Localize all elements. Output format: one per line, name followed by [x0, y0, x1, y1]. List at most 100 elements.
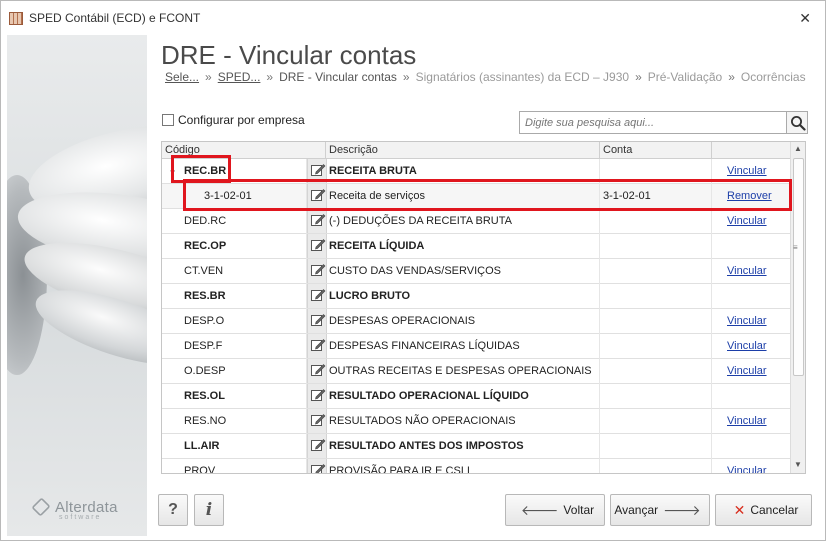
edit-icon[interactable]	[307, 309, 327, 333]
config-by-company[interactable]: Configurar por empresa	[162, 113, 305, 127]
row-description: PROVISÃO PARA IR E CSLL	[329, 465, 474, 474]
arrow-right-icon: 🡒	[663, 501, 701, 518]
scroll-up-arrow[interactable]: ▲	[794, 144, 802, 153]
table-row[interactable]: ⌄ REC.BR RECEITA BRUTA Vincular	[162, 159, 790, 184]
edit-icon[interactable]	[307, 159, 327, 183]
column-divider	[599, 309, 600, 334]
config-by-company-checkbox[interactable]	[162, 114, 174, 126]
vertical-scrollbar[interactable]: ▲ ≡ ▼	[790, 142, 805, 473]
info-button[interactable]: i	[194, 494, 224, 526]
collapse-arrow-icon[interactable]: ⌄	[168, 163, 177, 176]
next-button[interactable]: Avançar 🡒	[610, 494, 710, 526]
row-code: DESP.F	[184, 340, 223, 352]
table-row[interactable]: RES.BR LUCRO BRUTO	[162, 284, 790, 309]
link-account-link[interactable]: Vincular	[727, 365, 767, 377]
cancel-button-label: Cancelar	[750, 503, 799, 517]
table-row[interactable]: CT.VEN CUSTO DAS VENDAS/SERVIÇOS Vincular	[162, 259, 790, 284]
column-header-account[interactable]: Conta	[603, 144, 632, 156]
edit-icon[interactable]	[307, 209, 327, 233]
edit-icon[interactable]	[307, 234, 327, 258]
app-icon	[9, 12, 23, 25]
link-account-link[interactable]: Vincular	[727, 465, 767, 473]
search-icon	[791, 116, 806, 131]
row-code: REC.BR	[184, 165, 227, 177]
cancel-button[interactable]: ✕ Cancelar	[715, 494, 812, 526]
row-description: DESPESAS OPERACIONAIS	[329, 315, 476, 327]
row-code: RES.BR	[184, 290, 226, 302]
row-description: RESULTADO OPERACIONAL LÍQUIDO	[329, 390, 529, 402]
table-row[interactable]: DESP.F DESPESAS FINANCEIRAS LÍQUIDAS Vincu…	[162, 334, 790, 359]
window-title: SPED Contábil (ECD) e FCONT	[29, 11, 201, 25]
edit-icon[interactable]	[307, 359, 327, 383]
breadcrumb-separator: »	[635, 70, 642, 84]
column-divider	[599, 234, 600, 259]
scroll-down-arrow[interactable]: ▼	[794, 460, 802, 469]
column-divider	[711, 234, 712, 259]
column-divider	[711, 142, 712, 159]
edit-icon[interactable]	[307, 459, 327, 473]
link-account-link[interactable]: Vincular	[727, 265, 767, 277]
link-account-link[interactable]: Vincular	[727, 165, 767, 177]
row-description: Receita de serviços	[329, 190, 425, 202]
breadcrumb: Sele... » SPED... » DRE - Vincular contas » Si…	[165, 70, 812, 84]
table-row[interactable]: REC.OP RECEITA LÍQUIDA	[162, 234, 790, 259]
breadcrumb-step[interactable]: Sele...	[165, 70, 199, 84]
breadcrumb-step[interactable]: SPED...	[218, 70, 261, 84]
search-input[interactable]	[519, 111, 787, 134]
column-divider	[711, 359, 712, 384]
accounts-grid: Código Descrição Conta ⌄ REC.BR RECEITA BR…	[161, 141, 806, 474]
row-description: DESPESAS FINANCEIRAS LÍQUIDAS	[329, 340, 520, 352]
search-button[interactable]	[786, 111, 808, 134]
edit-icon[interactable]	[307, 184, 327, 208]
breadcrumb-separator: »	[728, 70, 735, 84]
scroll-thumb[interactable]	[793, 158, 804, 376]
edit-icon[interactable]	[307, 259, 327, 283]
row-code: DED.RC	[184, 215, 227, 227]
column-header-description[interactable]: Descrição	[329, 144, 378, 156]
table-row[interactable]: 3-1-02-01 Receita de serviços 3-1-02-01 Rem…	[162, 184, 790, 209]
column-divider	[711, 209, 712, 234]
remove-link[interactable]: Remover	[727, 190, 772, 202]
table-row[interactable]: PROV PROVISÃO PARA IR E CSLL Vincular	[162, 459, 790, 474]
edit-icon[interactable]	[307, 334, 327, 358]
column-divider	[599, 359, 600, 384]
table-row[interactable]: RES.NO RESULTADOS NÃO OPERACIONAIS Vincula…	[162, 409, 790, 434]
page-title: DRE - Vincular contas	[161, 40, 417, 70]
row-code: PROV	[184, 465, 216, 474]
row-description: RESULTADOS NÃO OPERACIONAIS	[329, 415, 516, 427]
cancel-x-icon: ✕	[733, 501, 746, 518]
breadcrumb-separator: »	[266, 70, 274, 84]
brand-tagline: software	[59, 514, 102, 521]
column-divider	[599, 159, 600, 184]
link-account-link[interactable]: Vincular	[727, 340, 767, 352]
breadcrumb-step: Signatários (assinantes) da ECD – J930	[415, 70, 630, 84]
column-header-code[interactable]: Código	[165, 144, 200, 156]
row-code: REC.OP	[184, 240, 227, 252]
breadcrumb-separator: »	[402, 70, 410, 84]
edit-icon[interactable]	[307, 284, 327, 308]
table-row[interactable]: DESP.O DESPESAS OPERACIONAIS Vincular	[162, 309, 790, 334]
table-row[interactable]: LL.AIR RESULTADO ANTES DOS IMPOSTOS	[162, 434, 790, 459]
back-button[interactable]: 🡐 Voltar	[505, 494, 605, 526]
close-button[interactable]: ✕	[799, 10, 811, 27]
help-button[interactable]: ?	[158, 494, 188, 526]
link-account-link[interactable]: Vincular	[727, 415, 767, 427]
alterdata-logo-icon	[31, 497, 51, 517]
column-divider	[599, 409, 600, 434]
edit-icon[interactable]	[307, 409, 327, 433]
edit-icon[interactable]	[307, 384, 327, 408]
row-account: 3-1-02-01	[603, 190, 651, 202]
row-description: (-) DEDUÇÕES DA RECEITA BRUTA	[329, 215, 512, 227]
column-divider	[711, 284, 712, 309]
column-divider	[711, 409, 712, 434]
row-code: LL.AIR	[184, 440, 220, 452]
column-divider	[599, 284, 600, 309]
table-row[interactable]: DED.RC (-) DEDUÇÕES DA RECEITA BRUTA Vincu…	[162, 209, 790, 234]
table-row[interactable]: RES.OL RESULTADO OPERACIONAL LÍQUIDO	[162, 384, 790, 409]
link-account-link[interactable]: Vincular	[727, 315, 767, 327]
brand-name: Alterdata	[55, 498, 118, 516]
link-account-link[interactable]: Vincular	[727, 215, 767, 227]
row-code: 3-1-02-01	[204, 190, 252, 202]
table-row[interactable]: O.DESP OUTRAS RECEITAS E DESPESAS OPERACI…	[162, 359, 790, 384]
edit-icon[interactable]	[307, 434, 327, 458]
